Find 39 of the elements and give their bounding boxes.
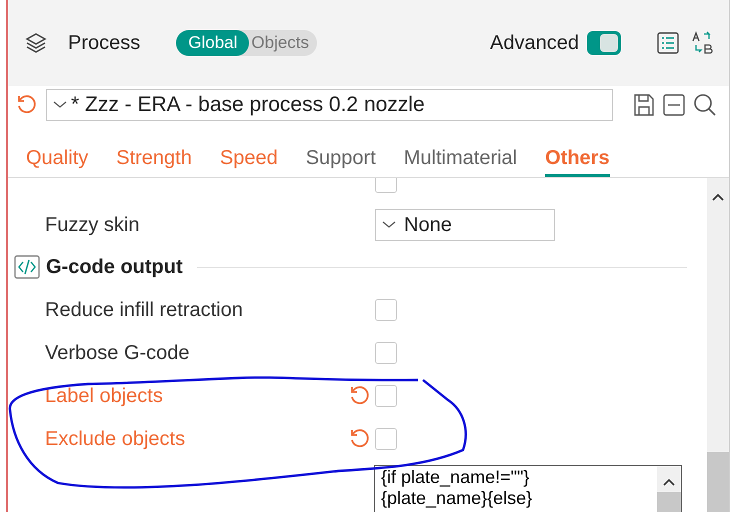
- setting-label: Verbose G-code: [45, 340, 191, 366]
- swap-text-icon[interactable]: [691, 31, 713, 55]
- scope-tab[interactable]: Objects: [249, 30, 318, 56]
- layers-icon: [24, 31, 48, 55]
- reset-icon[interactable]: [349, 428, 371, 450]
- setting-label: Exclude objects: [45, 426, 186, 452]
- save-icon[interactable]: [633, 93, 655, 117]
- fuzzy-skin-dropdown[interactable]: None: [375, 208, 555, 240]
- settings-tab[interactable]: Speed: [220, 146, 278, 177]
- chevron-down-icon: [382, 220, 396, 228]
- chevron-down-icon: [53, 101, 67, 109]
- list-icon[interactable]: [657, 32, 679, 54]
- scroll-up-icon[interactable]: [663, 478, 675, 486]
- checkbox[interactable]: [375, 342, 397, 364]
- reset-icon[interactable]: [16, 94, 38, 116]
- panel-title: Process: [68, 31, 140, 56]
- setting-label: Label objects: [45, 384, 164, 408]
- code-textbox[interactable]: {if plate_name!=""} {plate_name}{else}: [374, 465, 682, 512]
- setting-label: Reduce infill retraction: [45, 298, 244, 322]
- checkbox[interactable]: [375, 298, 397, 320]
- settings-tab[interactable]: Multimaterial: [404, 146, 518, 177]
- reset-icon[interactable]: [349, 384, 371, 406]
- code-icon: [14, 255, 40, 279]
- advanced-toggle[interactable]: [587, 31, 621, 55]
- scope-tab[interactable]: Global: [176, 30, 250, 56]
- scroll-up-icon[interactable]: [712, 193, 724, 201]
- preset-dropdown[interactable]: * Zzz - ERA - base process 0.2 nozzle: [46, 89, 613, 121]
- setting-label: Fuzzy skin: [45, 212, 140, 238]
- settings-tab[interactable]: Others: [545, 146, 610, 177]
- settings-tab[interactable]: Support: [306, 146, 376, 177]
- advanced-label: Advanced: [490, 31, 579, 56]
- checkbox[interactable]: [375, 384, 397, 406]
- scrollbar-thumb[interactable]: [707, 452, 729, 512]
- delete-icon[interactable]: [663, 93, 685, 117]
- checkbox[interactable]: [375, 428, 397, 450]
- settings-tab[interactable]: Strength: [116, 146, 192, 177]
- section-title: G-code output: [46, 255, 183, 280]
- settings-tab[interactable]: Quality: [26, 146, 88, 177]
- search-icon[interactable]: [693, 93, 717, 117]
